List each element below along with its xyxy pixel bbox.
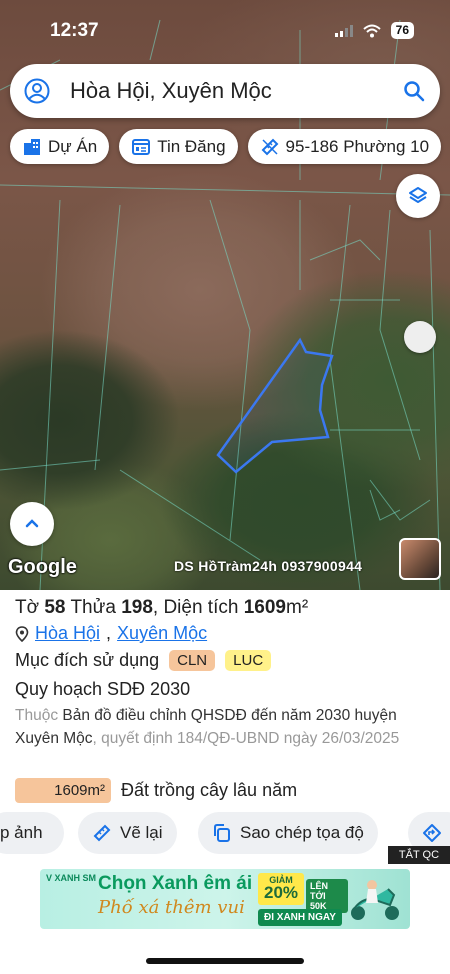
expand-up-button[interactable] <box>10 502 54 546</box>
ad-title: Chọn Xanh êm ái <box>98 873 253 894</box>
chevron-up-icon <box>25 519 39 528</box>
land-purpose: Mục đích sử dụng CLN LUC <box>15 650 272 671</box>
battery-indicator: 76 <box>390 22 414 39</box>
google-logo: Google <box>8 556 77 578</box>
chip-label: Tin Đăng <box>157 136 226 156</box>
building-icon <box>24 138 40 155</box>
redraw-button[interactable]: Vẽ lại <box>78 812 177 854</box>
layers-button[interactable] <box>396 174 440 218</box>
user-account-icon[interactable] <box>24 78 50 104</box>
map-scroll-handle[interactable] <box>404 321 436 353</box>
ad-brand-logo: V XANH SM <box>46 873 97 883</box>
to-label: Tờ <box>15 597 40 618</box>
listing-icon <box>132 138 151 155</box>
photo-button[interactable]: p ảnh <box>0 812 64 854</box>
copy-coordinates-button[interactable]: Sao chép tọa độ <box>198 812 378 854</box>
redraw-label: Vẽ lại <box>120 823 163 842</box>
area-bar-desc: Đất trồng cây lâu năm <box>121 780 298 800</box>
plan-title: Quy hoạch SDĐ 2030 <box>15 679 191 699</box>
ruler-icon <box>93 824 111 842</box>
parcel-location: Hòa Hội, Xuyên Mộc <box>15 623 207 644</box>
thua-label: Thửa <box>70 597 116 618</box>
area-breakdown: 1609m² Đất trồng cây lâu năm <box>15 778 297 803</box>
to-value: 58 <box>44 597 66 618</box>
filter-chips: Dự Án Tin Đăng 95-186 Phường 10 <box>10 129 450 164</box>
commune-link[interactable]: Hòa Hội <box>35 623 100 644</box>
copy-icon <box>214 824 230 842</box>
ad-offer: GIẢM 20% LÊN TỚI 50K ĐI XANH NGAY <box>258 873 348 926</box>
purpose-label: Mục đích sử dụng <box>15 650 160 670</box>
ad-banner[interactable]: V XANH SM Chọn Xanh êm ái Phố xá thêm vu… <box>40 869 410 929</box>
plan-decision: , quyết định 184/QĐ-UBND ngày 26/03/2025 <box>92 730 400 747</box>
ruler-icon <box>261 138 278 155</box>
area-bar: 1609m² <box>15 778 111 803</box>
wifi-icon <box>362 24 381 37</box>
purpose-tag-luc: LUC <box>225 650 272 671</box>
thua-value: 198 <box>121 597 153 618</box>
status-bar: 12:37 76 <box>0 16 450 44</box>
chip-label: Dự Án <box>48 136 98 156</box>
home-indicator <box>146 958 304 964</box>
scooter-icon <box>351 880 399 920</box>
parcel-info-panel: Tờ 58 Thửa 198, Diện tích 1609m² Hòa Hội… <box>0 590 450 860</box>
area-label: Diện tích <box>163 597 239 618</box>
map-watermark: DS HồTràm24h 0937900944 <box>174 558 363 574</box>
district-link[interactable]: Xuyên Mộc <box>117 623 207 644</box>
photo-button-label: p ảnh <box>0 823 43 842</box>
copy-coordinates-label: Sao chép tọa độ <box>240 823 364 842</box>
hide-ads-button[interactable]: TẮT QC <box>388 846 450 864</box>
parcel-header: Tờ 58 Thửa 198, Diện tích 1609m² <box>15 597 309 618</box>
signal-icon <box>334 24 353 37</box>
search-bar[interactable]: Hòa Hội, Xuyên Mộc <box>10 64 440 118</box>
search-icon[interactable] <box>402 79 426 103</box>
street-view-thumbnail[interactable] <box>399 538 441 580</box>
action-bar: p ảnh Vẽ lại Sao chép tọa độ <box>0 812 450 856</box>
ad-cta: ĐI XANH NGAY <box>258 909 342 926</box>
layers-icon <box>409 187 427 203</box>
status-time: 12:37 <box>50 20 99 41</box>
area-unit: m² <box>286 597 309 618</box>
directions-icon <box>423 824 441 842</box>
location-pin-icon <box>15 625 29 642</box>
chip-parcel-range[interactable]: 95-186 Phường 10 <box>247 129 442 164</box>
purpose-tag-cln: CLN <box>169 650 216 671</box>
plan-description: Thuộc Bản đồ điều chỉnh QHSDĐ đến năm 20… <box>15 707 400 747</box>
chip-label: 95-186 Phường 10 <box>285 136 430 156</box>
search-input[interactable]: Hòa Hội, Xuyên Mộc <box>70 78 272 104</box>
chip-tin-dang[interactable]: Tin Đăng <box>119 129 238 164</box>
ad-subtitle: Phố xá thêm vui <box>98 897 245 918</box>
chip-du-an[interactable]: Dự Án <box>10 129 110 164</box>
area-value: 1609 <box>243 597 286 618</box>
